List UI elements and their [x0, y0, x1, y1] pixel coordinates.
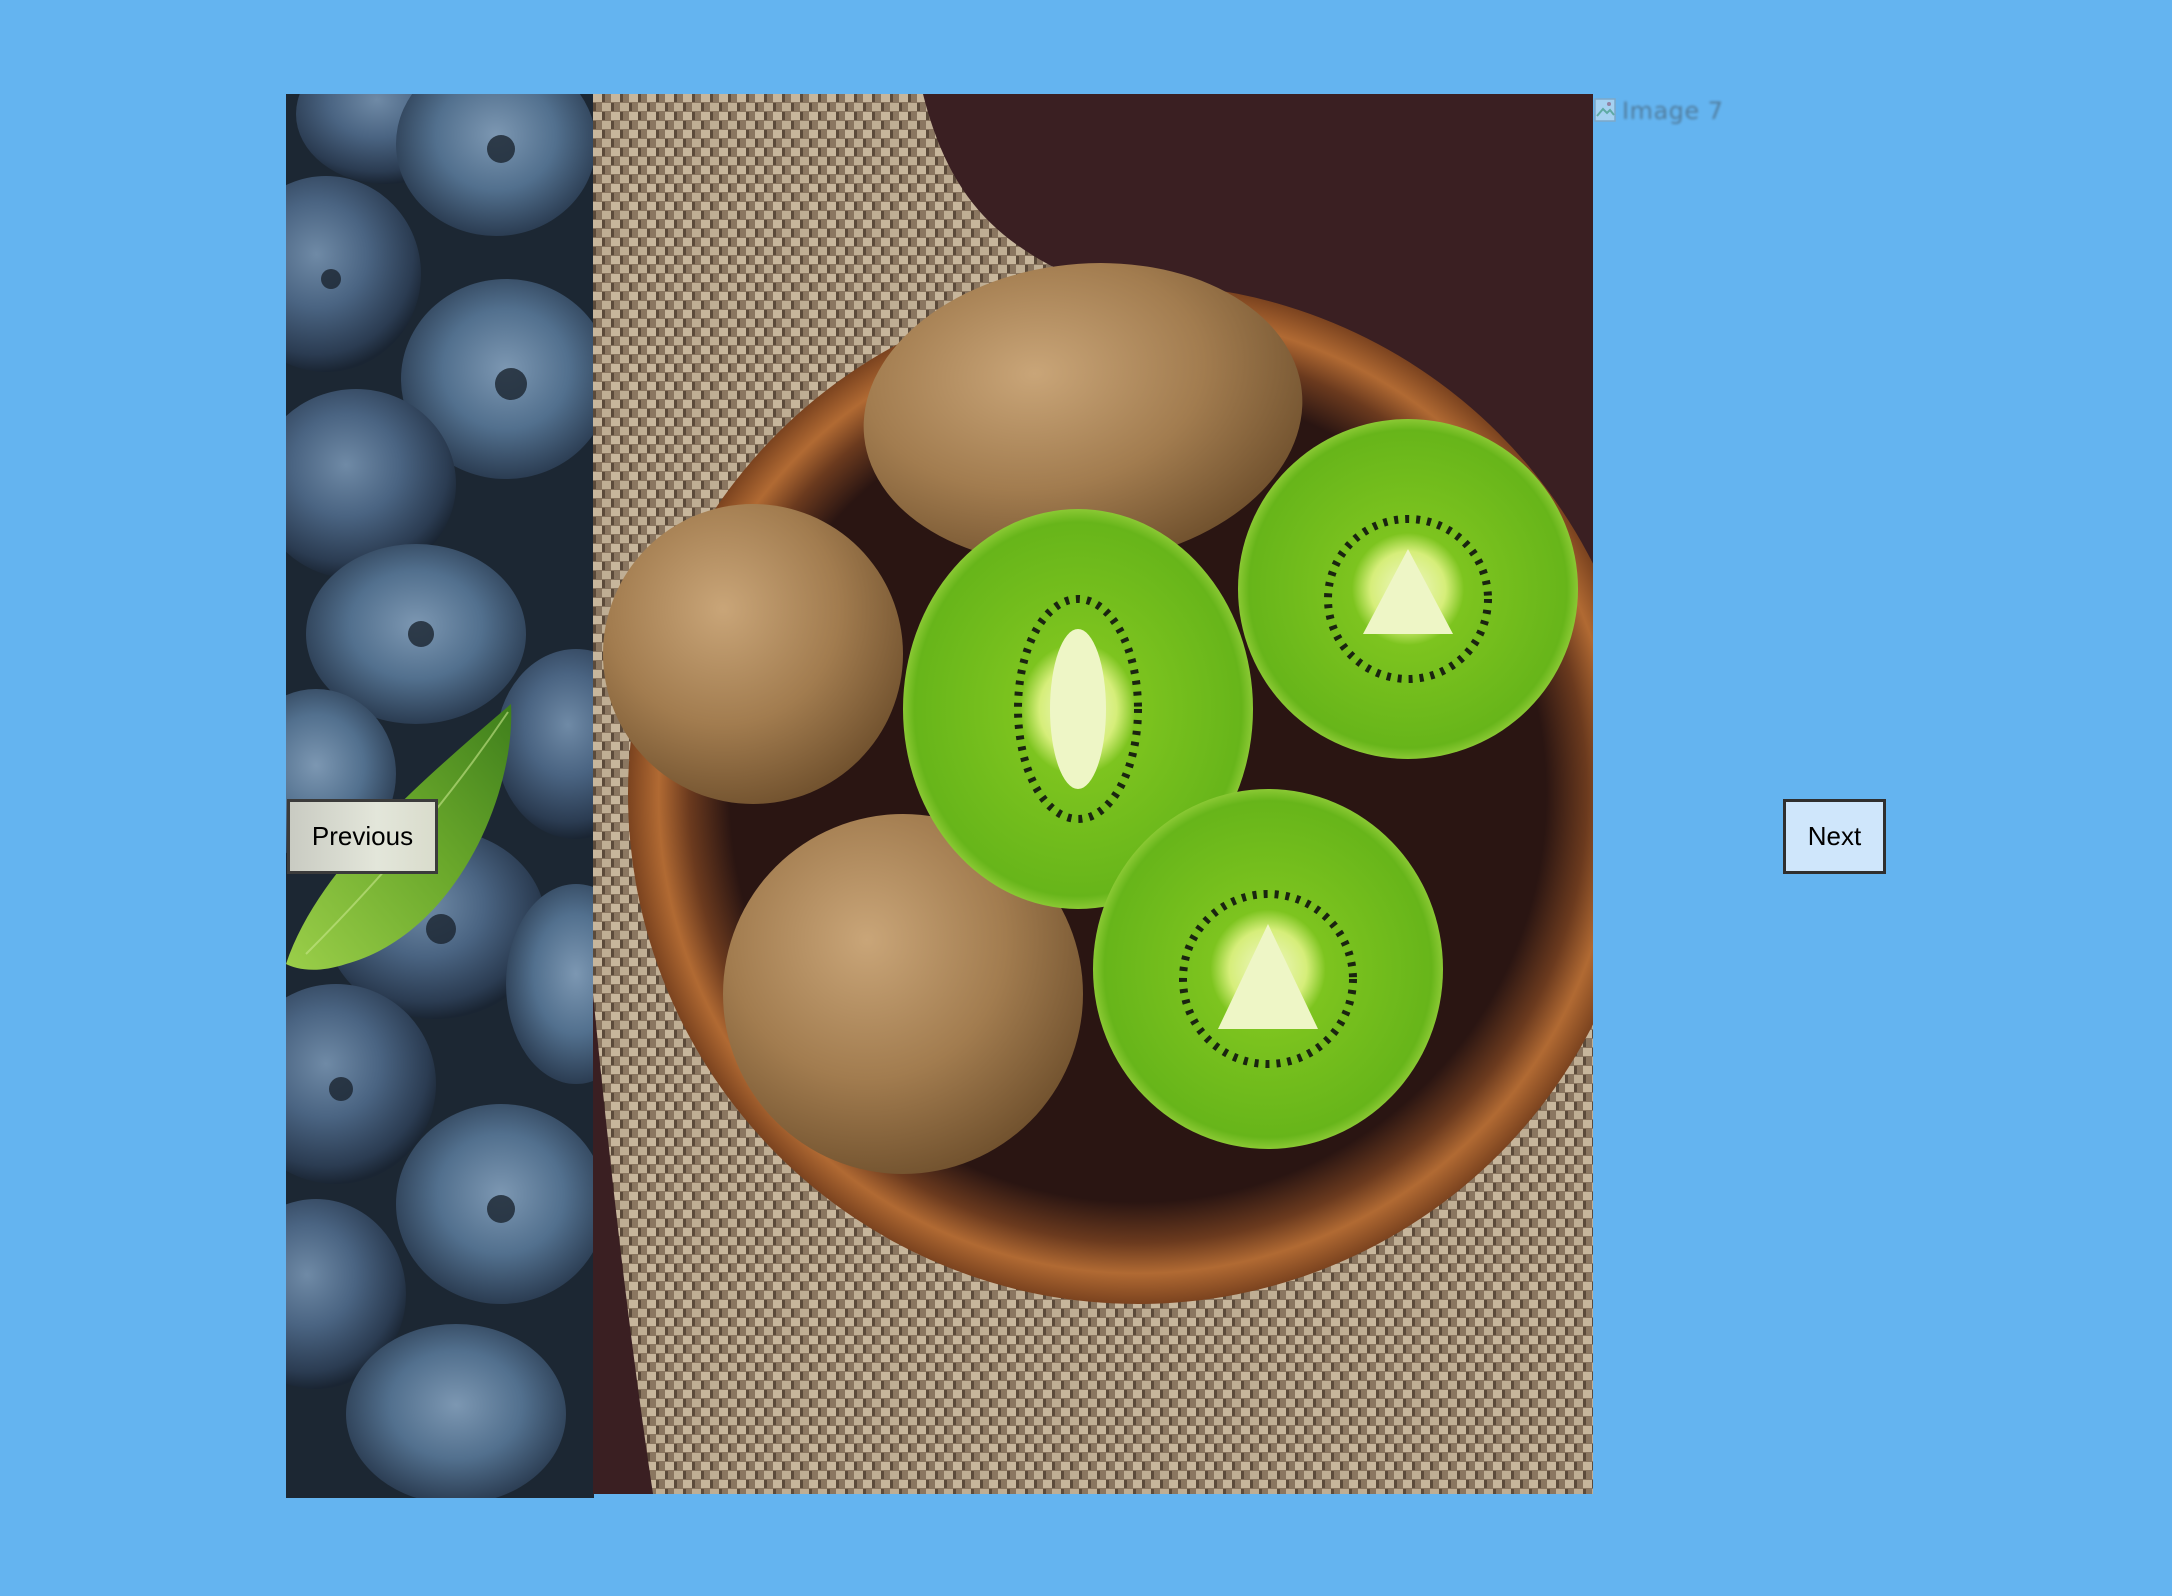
broken-image-icon	[1594, 98, 1618, 124]
kiwi-slide-image	[593, 94, 1593, 1494]
blueberries-slide-image	[286, 94, 594, 1498]
next-button[interactable]: Next	[1783, 799, 1886, 874]
image-carousel: Image 7 Previous Next	[0, 0, 2172, 1596]
broken-image-alt-text: Image 7	[1622, 97, 1724, 125]
broken-image: Image 7	[1594, 96, 1724, 126]
previous-button[interactable]: Previous	[287, 799, 438, 874]
